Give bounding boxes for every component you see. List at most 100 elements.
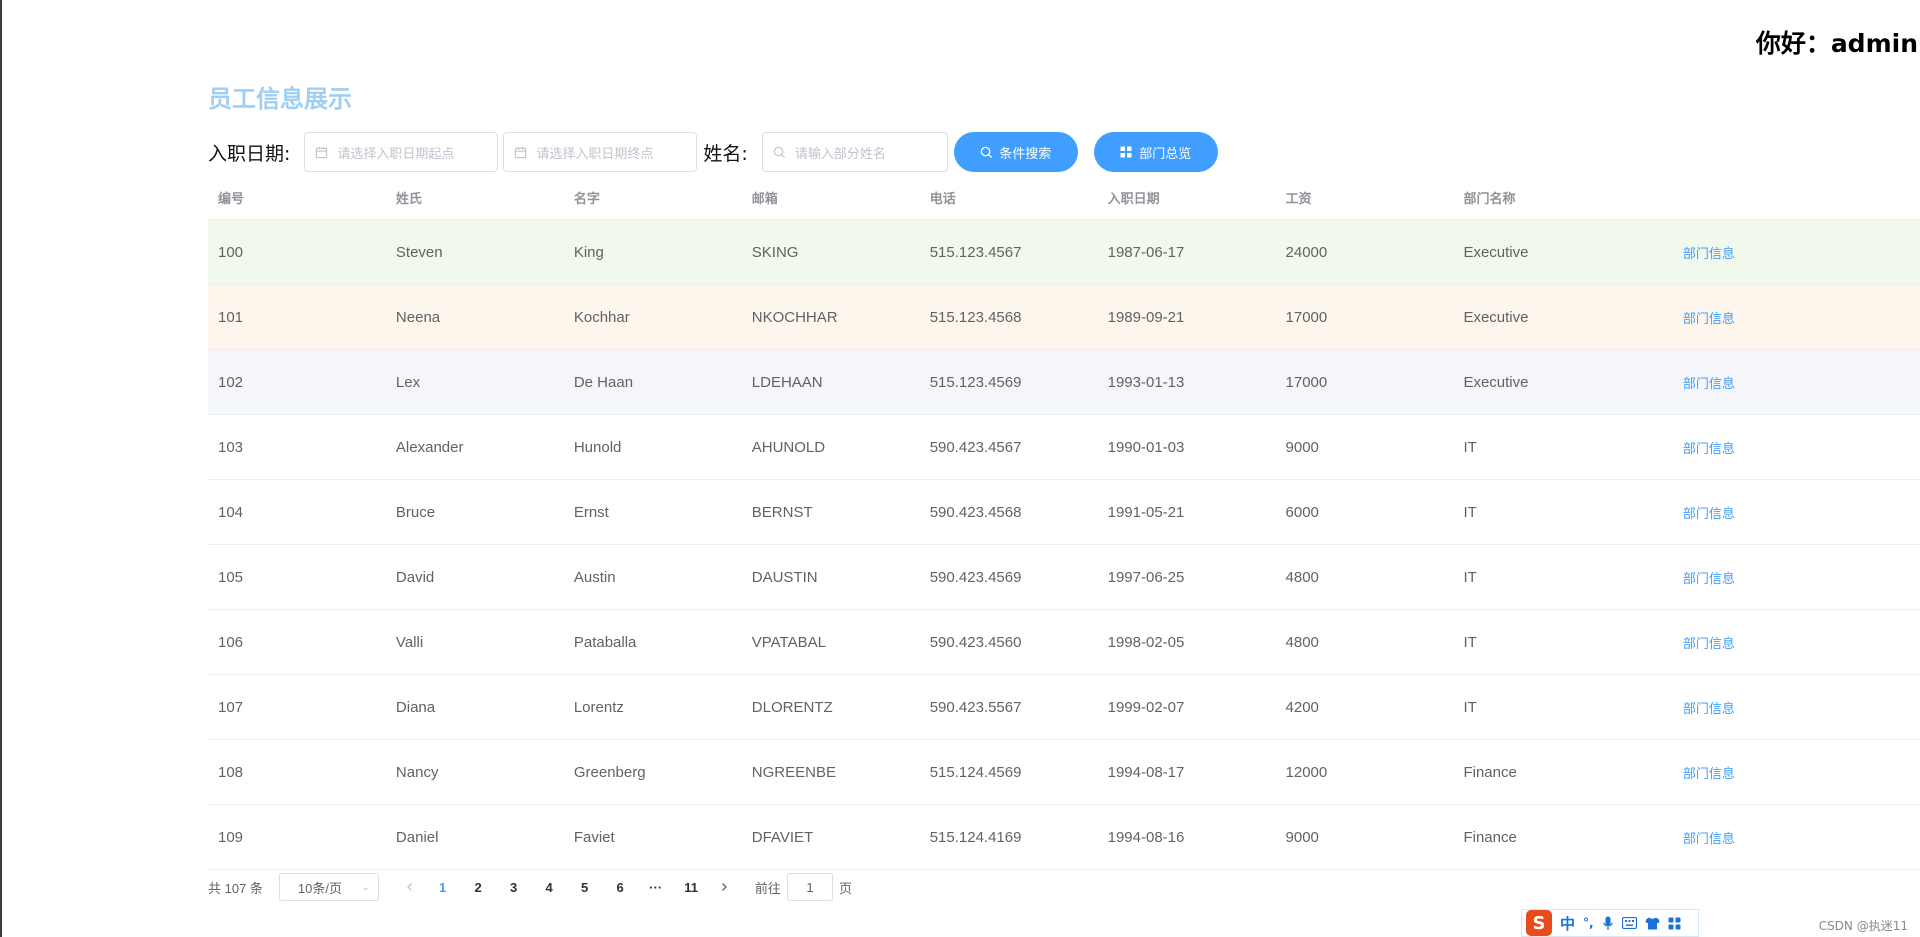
goto-page-input[interactable]: 1 bbox=[786, 873, 833, 901]
department-info-link[interactable]: 部门信息 bbox=[1683, 441, 1735, 456]
window-edge bbox=[0, 0, 2, 937]
cell-hire-date: 1993-01-13 bbox=[1107, 373, 1185, 391]
csdn-watermark: CSDN @执迷11 bbox=[1818, 919, 1908, 933]
department-overview-label: 部门总览 bbox=[1139, 145, 1192, 161]
department-overview-button[interactable]: 部门总览 bbox=[1093, 132, 1218, 172]
chevron-right-icon bbox=[721, 883, 727, 891]
department-info-link[interactable]: 部门信息 bbox=[1683, 701, 1735, 716]
page-number[interactable]: 2 bbox=[460, 880, 496, 895]
ime-logo-icon[interactable]: S bbox=[1526, 910, 1552, 936]
cell-id: 108 bbox=[218, 763, 244, 781]
cell-last-name: Alexander bbox=[395, 438, 464, 456]
cell-department: Finance bbox=[1463, 828, 1517, 846]
cell-actions: 部门信息 bbox=[1673, 828, 1920, 847]
conditional-search-button[interactable]: 条件搜索 bbox=[953, 132, 1078, 172]
cell-first-name: Lorentz bbox=[573, 698, 624, 716]
cell-department: Executive bbox=[1463, 373, 1529, 391]
chevron-down-icon: ⌄ bbox=[361, 881, 370, 893]
cell-id: 102 bbox=[218, 373, 244, 391]
page-number[interactable]: 3 bbox=[496, 880, 532, 895]
toolbox-grid-icon[interactable] bbox=[1668, 917, 1681, 930]
table-row: 100 Steven King SKING 515.123.4567 1987-06-17… bbox=[208, 220, 1920, 285]
department-info-link[interactable]: 部门信息 bbox=[1683, 311, 1735, 326]
department-info-link[interactable]: 部门信息 bbox=[1683, 376, 1735, 391]
cell-email: BERNST bbox=[751, 503, 813, 521]
page-number[interactable]: 1 bbox=[425, 880, 461, 895]
column-header-email: 邮箱 bbox=[751, 191, 778, 206]
page-number[interactable]: 5 bbox=[567, 880, 603, 895]
name-label: 姓名: bbox=[703, 142, 748, 165]
name-search-input[interactable]: 请输入部分姓名 bbox=[761, 132, 948, 172]
page-ellipsis[interactable]: ··· bbox=[638, 880, 674, 895]
next-page-button[interactable] bbox=[709, 879, 739, 895]
cell-phone: 590.423.4567 bbox=[929, 438, 1022, 456]
cell-department: Finance bbox=[1463, 763, 1517, 781]
cell-id: 101 bbox=[218, 308, 244, 326]
column-header-hire-date: 入职日期 bbox=[1107, 191, 1160, 206]
microphone-icon[interactable] bbox=[1602, 916, 1614, 931]
cell-phone: 515.124.4169 bbox=[929, 828, 1022, 846]
ime-punctuation-toggle[interactable]: °, bbox=[1583, 916, 1594, 930]
cell-last-name: Nancy bbox=[395, 763, 439, 781]
hire-date-end-placeholder: 请选择入职日期终点 bbox=[536, 145, 654, 161]
page-number[interactable]: 4 bbox=[531, 880, 567, 895]
page-size-select[interactable]: 10条/页 ⌄ bbox=[278, 873, 379, 901]
goto-suffix: 页 bbox=[838, 880, 852, 896]
employee-table: 编号 姓氏 名字 邮箱 电话 入职日期 工资 部门名称 100 Steven Kin… bbox=[208, 176, 1920, 870]
cell-phone: 515.123.4569 bbox=[929, 373, 1022, 391]
cell-email: NKOCHHAR bbox=[751, 308, 838, 326]
cell-actions: 部门信息 bbox=[1673, 568, 1920, 587]
cell-department: IT bbox=[1463, 698, 1477, 716]
cell-department: IT bbox=[1463, 438, 1477, 456]
skin-shirt-icon[interactable] bbox=[1645, 917, 1660, 930]
cell-id: 105 bbox=[218, 568, 244, 586]
cell-email: VPATABAL bbox=[751, 633, 826, 651]
table-row: 108 Nancy Greenberg NGREENBE 515.124.4569 199… bbox=[208, 740, 1920, 805]
cell-email: NGREENBE bbox=[751, 763, 836, 781]
column-header-department: 部门名称 bbox=[1463, 191, 1516, 206]
cell-hire-date: 1989-09-21 bbox=[1107, 308, 1185, 326]
hire-date-end-input[interactable]: 请选择入职日期终点 bbox=[503, 132, 698, 172]
column-header-first-name: 名字 bbox=[573, 191, 600, 206]
cell-hire-date: 1999-02-07 bbox=[1107, 698, 1185, 716]
department-info-link[interactable]: 部门信息 bbox=[1683, 571, 1735, 586]
column-header-phone: 电话 bbox=[929, 191, 956, 206]
department-info-link[interactable]: 部门信息 bbox=[1683, 246, 1735, 261]
page-number[interactable]: 6 bbox=[602, 880, 638, 895]
cell-salary: 6000 bbox=[1285, 503, 1319, 521]
user-greeting: 你好：admin bbox=[1755, 29, 1918, 58]
cell-salary: 4800 bbox=[1285, 633, 1319, 651]
keyboard-icon[interactable] bbox=[1621, 917, 1637, 929]
cell-hire-date: 1991-05-21 bbox=[1107, 503, 1185, 521]
department-info-link[interactable]: 部门信息 bbox=[1683, 636, 1735, 651]
ime-mode-toggle[interactable]: 中 bbox=[1560, 913, 1575, 934]
ime-toolbar: S 中 °, bbox=[1521, 909, 1699, 937]
cell-department: Executive bbox=[1463, 308, 1529, 326]
cell-last-name: Lex bbox=[395, 373, 421, 391]
cell-last-name: Daniel bbox=[395, 828, 439, 846]
table-row: 107 Diana Lorentz DLORENTZ 590.423.5567 1999-… bbox=[208, 675, 1920, 740]
cell-id: 109 bbox=[218, 828, 244, 846]
table-row: 105 David Austin DAUSTIN 590.423.4569 1997-06… bbox=[208, 545, 1920, 610]
goto-prefix: 前往 bbox=[754, 880, 781, 896]
department-info-link[interactable]: 部门信息 bbox=[1683, 831, 1735, 846]
cell-hire-date: 1990-01-03 bbox=[1107, 438, 1185, 456]
prev-page-button[interactable] bbox=[395, 879, 425, 895]
cell-actions: 部门信息 bbox=[1673, 633, 1920, 652]
cell-phone: 590.423.4569 bbox=[929, 568, 1022, 586]
department-info-link[interactable]: 部门信息 bbox=[1683, 506, 1735, 521]
table-body: 100 Steven King SKING 515.123.4567 1987-06-17… bbox=[208, 220, 1920, 870]
cell-phone: 515.123.4567 bbox=[929, 243, 1022, 261]
cell-first-name: Faviet bbox=[573, 828, 615, 846]
cell-id: 100 bbox=[218, 243, 244, 261]
table-header: 编号 姓氏 名字 邮箱 电话 入职日期 工资 部门名称 bbox=[208, 176, 1920, 220]
calendar-icon bbox=[514, 145, 528, 159]
cell-last-name: David bbox=[395, 568, 435, 586]
department-info-link[interactable]: 部门信息 bbox=[1683, 766, 1735, 781]
cell-email: DLORENTZ bbox=[751, 698, 833, 716]
cell-email: LDEHAAN bbox=[751, 373, 823, 391]
page-number[interactable]: 11 bbox=[673, 880, 709, 895]
hire-date-start-input[interactable]: 请选择入职日期起点 bbox=[304, 132, 499, 172]
cell-actions: 部门信息 bbox=[1673, 373, 1920, 392]
page-list: 1 2 3 4 5 6 ··· 11 bbox=[425, 880, 709, 895]
